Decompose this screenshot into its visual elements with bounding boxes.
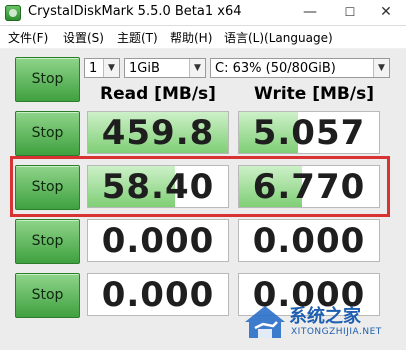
write-result-cell: 6.770: [238, 165, 380, 208]
write-result-cell: 0.000: [238, 219, 380, 262]
minimize-button[interactable]: —: [290, 0, 330, 25]
stop-button[interactable]: Stop: [15, 165, 80, 210]
write-value: 5.057: [252, 113, 366, 153]
window-title: CrystalDiskMark 5.5.0 Beta1 x64: [28, 4, 242, 19]
read-result-cell: 0.000: [87, 219, 229, 262]
chevron-down-icon: ▼: [373, 59, 389, 77]
write-column-header: Write [MB/s]: [254, 84, 374, 104]
read-value: 459.8: [101, 113, 215, 153]
count-select[interactable]: 1 ▼: [84, 58, 120, 78]
count-select-value: 1: [89, 61, 98, 76]
read-column-header: Read [MB/s]: [100, 84, 216, 104]
read-result-cell: 0.000: [87, 273, 229, 316]
stop-all-button[interactable]: Stop: [15, 57, 80, 102]
title-bar: CrystalDiskMark 5.5.0 Beta1 x64 — ☐ ✕: [0, 0, 406, 26]
house-logo-icon: [245, 306, 285, 338]
menu-language[interactable]: 语言(L)(Language): [224, 29, 333, 46]
stop-button[interactable]: Stop: [15, 273, 80, 318]
crystaldiskmark-app-icon: [5, 5, 21, 21]
read-value: 0.000: [101, 221, 215, 261]
read-value: 58.40: [101, 167, 215, 207]
write-value: 0.000: [252, 221, 366, 261]
write-value: 6.770: [252, 167, 366, 207]
menu-file[interactable]: 文件(F): [8, 29, 48, 46]
read-result-cell: 58.40: [87, 165, 229, 208]
write-result-cell: 5.057: [238, 111, 380, 154]
drive-select[interactable]: C: 63% (50/80GiB) ▼: [210, 58, 390, 78]
maximize-button[interactable]: ☐: [330, 0, 370, 25]
stop-button[interactable]: Stop: [15, 219, 80, 264]
menu-settings[interactable]: 设置(S): [63, 29, 104, 46]
size-select[interactable]: 1GiB ▼: [124, 58, 206, 78]
watermark-domain: XITONGZHIJIA.NET: [291, 327, 382, 337]
chevron-down-icon: ▼: [103, 59, 119, 77]
drive-select-value: C: 63% (50/80GiB): [215, 61, 336, 76]
stop-button[interactable]: Stop: [15, 111, 80, 156]
menu-theme[interactable]: 主题(T): [117, 29, 158, 46]
menu-help[interactable]: 帮助(H): [170, 29, 212, 46]
read-result-cell: 459.8: [87, 111, 229, 154]
size-select-value: 1GiB: [129, 61, 160, 76]
chevron-down-icon: ▼: [189, 59, 205, 77]
read-value: 0.000: [101, 275, 215, 315]
close-button[interactable]: ✕: [366, 0, 406, 25]
site-watermark: 系统之家 XITONGZHIJIA.NET: [243, 300, 403, 346]
watermark-name: 系统之家: [289, 306, 361, 327]
menu-bar: 文件(F) 设置(S) 主题(T) 帮助(H) 语言(L)(Language): [0, 26, 406, 48]
